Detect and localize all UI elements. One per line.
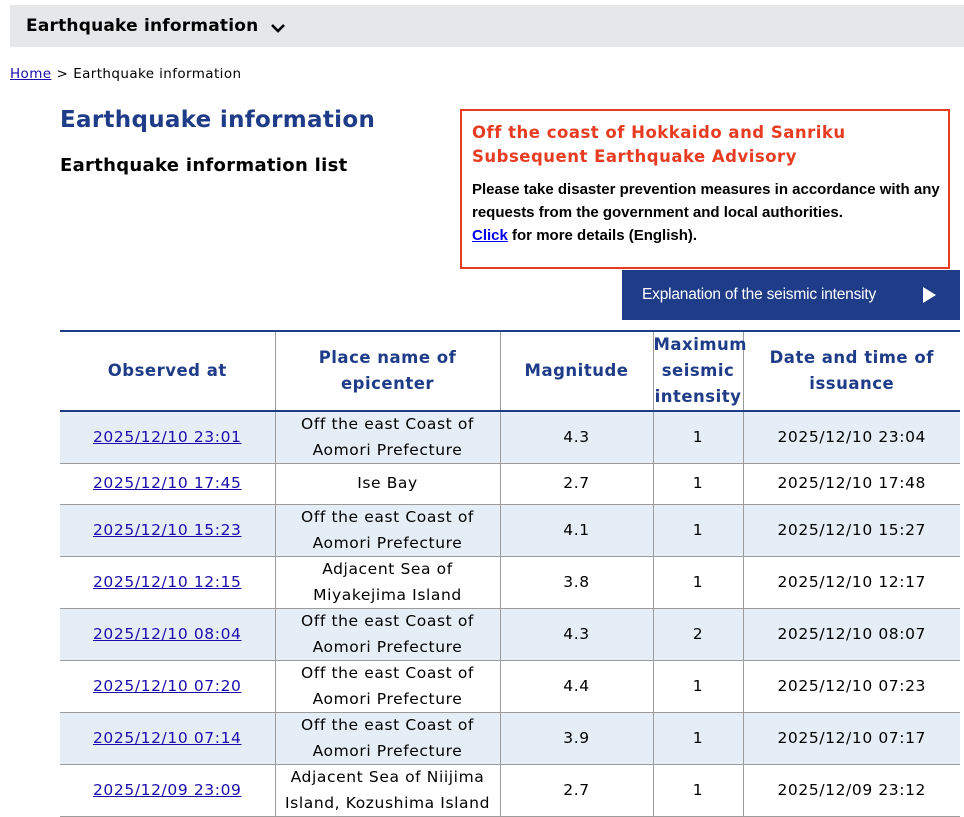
table-row: 2025/12/10 07:14 Off the east Coast of Ao… <box>60 712 960 765</box>
advisory-title: Off the coast of Hokkaido and Sanriku Su… <box>472 121 948 169</box>
advisory-details-link[interactable]: Click <box>472 227 508 244</box>
breadcrumb: Home > Earthquake information <box>10 66 241 82</box>
column-header-intensity: Maximum seismic intensity <box>652 330 747 412</box>
intensity-cell: 1 <box>652 463 744 505</box>
table-row: 2025/12/10 23:01 Off the east Coast of Ao… <box>60 410 960 464</box>
play-arrow-icon <box>923 287 936 303</box>
observed-time-link[interactable]: 2025/12/10 17:45 <box>93 474 242 492</box>
intensity-cell: 1 <box>652 556 744 609</box>
earthquake-table: Observed at Place name of epicenter Magni… <box>60 330 960 817</box>
table-row: 2025/12/10 15:23 Off the east Coast of Ao… <box>60 504 960 557</box>
issued-cell: 2025/12/10 08:07 <box>742 608 960 661</box>
issued-cell: 2025/12/10 07:17 <box>742 712 960 765</box>
list-heading: Earthquake information list <box>60 155 348 176</box>
intensity-cell: 1 <box>652 410 744 464</box>
intensity-cell: 1 <box>652 764 744 817</box>
seismic-intensity-explanation-button[interactable]: Explanation of the seismic intensity <box>622 270 960 320</box>
observed-time-link[interactable]: 2025/12/10 15:23 <box>93 521 242 539</box>
intensity-cell: 1 <box>652 712 744 765</box>
epicenter-cell: Adjacent Sea of Niijima Island, Kozushima… <box>274 764 501 817</box>
epicenter-cell: Off the east Coast of Aomori Prefecture <box>274 660 501 713</box>
column-header-magnitude: Magnitude <box>499 330 654 412</box>
epicenter-cell: Off the east Coast of Aomori Prefecture <box>274 608 501 661</box>
chevron-down-icon[interactable] <box>270 22 286 34</box>
issued-cell: 2025/12/10 12:17 <box>742 556 960 609</box>
table-row: 2025/12/10 17:45 Ise Bay 2.7 1 2025/12/1… <box>60 463 960 505</box>
column-header-place: Place name of epicenter <box>274 330 501 412</box>
breadcrumb-separator: > <box>56 66 69 82</box>
magnitude-cell: 3.8 <box>499 556 654 609</box>
issued-cell: 2025/12/10 23:04 <box>742 410 960 464</box>
table-row: 2025/12/10 12:15 Adjacent Sea of Miyakeji… <box>60 556 960 609</box>
observed-time-link[interactable]: 2025/12/10 08:04 <box>93 625 242 643</box>
issued-cell: 2025/12/10 15:27 <box>742 504 960 557</box>
issued-cell: 2025/12/09 23:12 <box>742 764 960 817</box>
earthquake-menu-bar[interactable]: Earthquake information <box>10 5 964 47</box>
magnitude-cell: 3.9 <box>499 712 654 765</box>
epicenter-cell: Ise Bay <box>274 463 501 505</box>
advisory-box: Off the coast of Hokkaido and Sanriku Su… <box>460 109 950 269</box>
intensity-cell: 1 <box>652 504 744 557</box>
breadcrumb-home-link[interactable]: Home <box>10 66 51 82</box>
table-row: 2025/12/10 07:20 Off the east Coast of Ao… <box>60 660 960 713</box>
issued-cell: 2025/12/10 17:48 <box>742 463 960 505</box>
column-header-observed: Observed at <box>60 330 276 412</box>
menu-title: Earthquake information <box>26 16 259 36</box>
magnitude-cell: 4.3 <box>499 608 654 661</box>
magnitude-cell: 4.1 <box>499 504 654 557</box>
observed-time-link[interactable]: 2025/12/10 12:15 <box>93 573 242 591</box>
table-row: 2025/12/10 08:04 Off the east Coast of Ao… <box>60 608 960 661</box>
magnitude-cell: 4.4 <box>499 660 654 713</box>
advisory-title-line1: Off the coast of Hokkaido and Sanriku <box>472 123 846 142</box>
table-header-row: Observed at Place name of epicenter Magni… <box>60 330 960 412</box>
intensity-cell: 1 <box>652 660 744 713</box>
magnitude-cell: 2.7 <box>499 463 654 505</box>
observed-time-link[interactable]: 2025/12/10 23:01 <box>93 428 242 446</box>
advisory-link-suffix: for more details (English). <box>507 227 698 244</box>
advisory-body: Please take disaster prevention measures… <box>472 178 948 247</box>
observed-time-link[interactable]: 2025/12/09 23:09 <box>93 781 242 799</box>
epicenter-cell: Off the east Coast of Aomori Prefecture <box>274 410 501 464</box>
intensity-cell: 2 <box>652 608 744 661</box>
magnitude-cell: 4.3 <box>499 410 654 464</box>
column-header-issued: Date and time of issuance <box>742 330 960 412</box>
table-row: 2025/12/09 23:09 Adjacent Sea of Niijima… <box>60 764 960 817</box>
advisory-title-line2: Subsequent Earthquake Advisory <box>472 147 797 166</box>
explanation-button-label: Explanation of the seismic intensity <box>642 286 877 303</box>
breadcrumb-current: Earthquake information <box>73 66 242 82</box>
observed-time-link[interactable]: 2025/12/10 07:20 <box>93 677 242 695</box>
issued-cell: 2025/12/10 07:23 <box>742 660 960 713</box>
epicenter-cell: Adjacent Sea of Miyakejima Island <box>274 556 501 609</box>
page-title: Earthquake information <box>60 107 376 133</box>
advisory-text: Please take disaster prevention measures… <box>472 181 940 221</box>
magnitude-cell: 2.7 <box>499 764 654 817</box>
observed-time-link[interactable]: 2025/12/10 07:14 <box>93 729 242 747</box>
epicenter-cell: Off the east Coast of Aomori Prefecture <box>274 504 501 557</box>
epicenter-cell: Off the east Coast of Aomori Prefecture <box>274 712 501 765</box>
